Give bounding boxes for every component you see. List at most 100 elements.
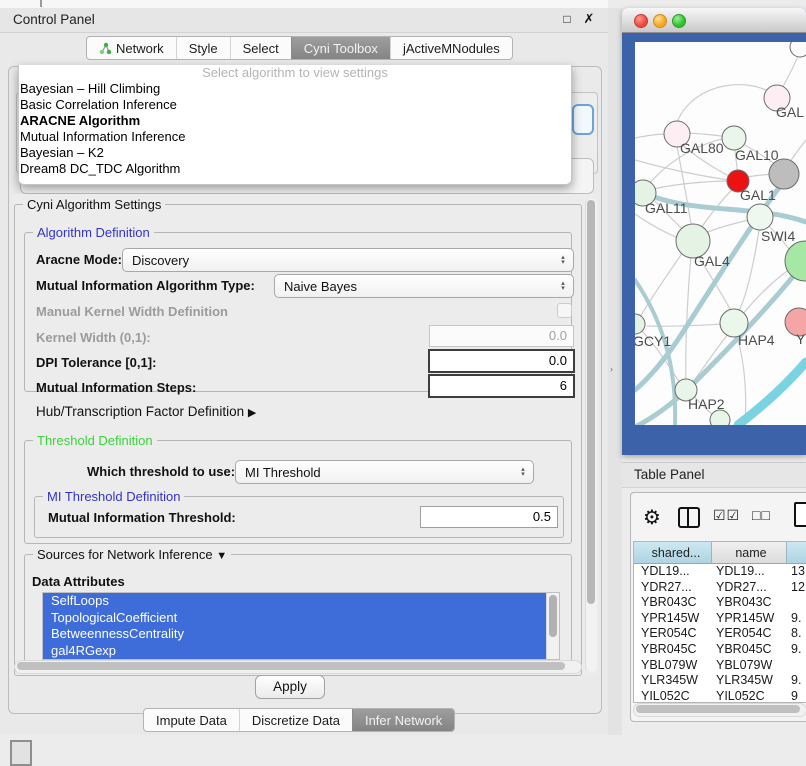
tab-discretize-data[interactable]: Discretize Data — [239, 709, 352, 731]
split-panes-icon[interactable] — [678, 507, 700, 528]
select-all-columns-icon[interactable]: ☑☑ — [713, 507, 740, 524]
mi-steps-field[interactable]: 6 — [428, 374, 575, 398]
attribute-item[interactable]: BetweennessCentrality — [43, 626, 547, 643]
aracne-mode-value: Discovery — [123, 253, 555, 268]
divider-grip-icon[interactable]: › — [610, 364, 613, 374]
deselect-all-columns-icon[interactable]: □□ — [752, 507, 771, 523]
float-window-icon[interactable]: □ — [560, 12, 574, 26]
tab-jactivemnodules[interactable]: jActiveMNodules — [390, 37, 512, 59]
tab-infer-network[interactable]: Infer Network — [352, 709, 454, 731]
algorithm-option[interactable]: Bayesian – K2 — [19, 145, 571, 161]
algorithm-option[interactable]: Basic Correlation Inference — [19, 97, 571, 113]
tab-infer-network-label: Infer Network — [365, 713, 442, 728]
table-row[interactable]: YDR27...YDR27...12 — [634, 580, 806, 596]
algorithm-option[interactable]: Mutual Information Inference — [19, 129, 571, 145]
algorithm-option-selected[interactable]: ARACNE Algorithm — [19, 113, 571, 129]
attributes-list-scrollbar[interactable] — [546, 593, 559, 659]
network-node[interactable] — [747, 204, 773, 230]
kernel-width-label: Kernel Width (0,1): — [36, 330, 151, 345]
network-edge[interactable] — [640, 252, 683, 317]
network-edge[interactable] — [635, 214, 680, 239]
network-node[interactable] — [710, 410, 730, 425]
network-node[interactable] — [790, 42, 806, 57]
tab-style[interactable]: Style — [176, 37, 230, 59]
attribute-item[interactable]: gal4RGexp — [43, 643, 547, 660]
settings-hscroll-thumb[interactable] — [17, 662, 565, 670]
attributes-scrollbar-thumb[interactable] — [549, 595, 557, 637]
gear-icon[interactable]: ⚙ — [643, 505, 661, 530]
dpi-tolerance-label: DPI Tolerance [0,1]: — [36, 355, 156, 370]
table-row[interactable]: YBR045CYBR045C9. — [634, 642, 806, 658]
network-window-titlebar[interactable] — [622, 8, 806, 33]
attribute-item[interactable]: SelfLoops — [43, 593, 547, 610]
cyni-bottom-tabs: Impute Data Discretize Data Infer Networ… — [143, 708, 455, 732]
network-node[interactable] — [635, 314, 645, 334]
new-table-icon[interactable] — [794, 502, 806, 527]
mi-type-label: Mutual Information Algorithm Type: — [36, 278, 255, 293]
algorithm-option[interactable]: Dream8 DC_TDC Algorithm — [19, 161, 571, 177]
close-panel-icon[interactable]: ✗ — [582, 12, 596, 26]
data-attributes-list[interactable]: SelfLoops TopologicalCoefficient Between… — [42, 592, 560, 660]
expander-down-icon[interactable]: ▼ — [216, 550, 227, 562]
network-edge[interactable] — [677, 85, 777, 122]
hub-definition-expander[interactable]: Hub/Transcription Factor Definition ▶ — [36, 404, 256, 419]
network-edge[interactable] — [635, 134, 667, 138]
aracne-mode-combo[interactable]: Discovery ▴▾ — [122, 248, 574, 272]
table-row[interactable]: YER054CYER054C8. — [634, 626, 806, 642]
cell: 9. — [787, 642, 806, 658]
network-edge[interactable] — [653, 181, 730, 189]
mi-type-combo[interactable]: Naive Bayes ▴▾ — [274, 274, 574, 298]
tab-impute-data-label: Impute Data — [156, 713, 227, 728]
network-node[interactable] — [769, 159, 799, 189]
minimize-window-icon[interactable] — [653, 14, 667, 28]
control-panel-tabs: Network Style Select Cyni Toolbox jActiv… — [86, 36, 513, 60]
network-edge[interactable] — [692, 333, 729, 383]
table-row[interactable]: YIL052CYIL052C9 — [634, 689, 806, 703]
attribute-item[interactable]: TopologicalCoefficient — [43, 610, 547, 627]
table-row[interactable]: YDL19...YDL19...13 — [634, 564, 806, 580]
zoom-window-icon[interactable] — [672, 14, 686, 28]
tab-network[interactable]: Network — [87, 37, 176, 59]
mi-threshold-field[interactable]: 0.5 — [420, 506, 558, 528]
tab-discretize-data-label: Discretize Data — [252, 713, 340, 728]
network-edge[interactable] — [677, 146, 693, 236]
table-row[interactable]: YLR345WYLR345W9. — [634, 673, 806, 689]
column-header-shared-name[interactable]: shared... — [634, 542, 712, 563]
manual-kernel-checkbox[interactable] — [557, 303, 572, 318]
control-panel-title: Control Panel — [13, 12, 95, 27]
apply-button[interactable]: Apply — [255, 675, 325, 699]
kernel-width-field[interactable]: 0.0 — [429, 325, 574, 347]
network-canvas[interactable]: GALGAL80GAL10GAL1GAL11SWI4GAL4GCY1HAP4YH… — [635, 42, 806, 425]
resize-grip-icon[interactable] — [10, 740, 32, 766]
network-edge[interactable] — [738, 362, 806, 425]
combo-stepper-icon: ▴▾ — [555, 255, 573, 265]
sources-title: Sources for Network Inference ▼ — [33, 547, 231, 562]
cell: YDL19... — [634, 564, 712, 580]
cell: YLR345W — [634, 673, 712, 689]
cell: YBR045C — [712, 642, 787, 658]
dpi-tolerance-field[interactable]: 0.0 — [428, 349, 575, 373]
network-edge[interactable] — [737, 336, 746, 425]
tab-impute-data[interactable]: Impute Data — [144, 709, 239, 731]
network-icon — [99, 42, 112, 55]
focused-spinner-fragment[interactable] — [572, 104, 594, 135]
cell: YDR27... — [634, 580, 712, 596]
close-window-icon[interactable] — [634, 14, 648, 28]
mi-steps-label: Mutual Information Steps: — [36, 380, 196, 395]
data-attributes-selection: SelfLoops TopologicalCoefficient Between… — [43, 593, 547, 659]
column-header-partial[interactable] — [787, 542, 806, 563]
settings-vscroll-thumb[interactable] — [587, 200, 595, 604]
table-row[interactable]: YBL079WYBL079W — [634, 658, 806, 674]
settings-horizontal-scrollbar[interactable] — [14, 660, 582, 674]
tab-select[interactable]: Select — [230, 37, 291, 59]
table-row[interactable]: YPR145WYPR145W9. — [634, 611, 806, 627]
table-horizontal-scrollbar[interactable] — [633, 703, 806, 717]
table-panel-title: Table Panel — [634, 467, 705, 482]
table-hscroll-thumb[interactable] — [636, 705, 800, 713]
tab-cyni-toolbox[interactable]: Cyni Toolbox — [291, 37, 390, 59]
which-threshold-combo[interactable]: MI Threshold ▴▾ — [235, 460, 534, 484]
algorithm-option[interactable]: Bayesian – Hill Climbing — [19, 81, 571, 97]
column-header-name[interactable]: name — [712, 542, 787, 563]
settings-vertical-scrollbar[interactable] — [585, 198, 597, 672]
table-row[interactable]: YBR043CYBR043C — [634, 595, 806, 611]
